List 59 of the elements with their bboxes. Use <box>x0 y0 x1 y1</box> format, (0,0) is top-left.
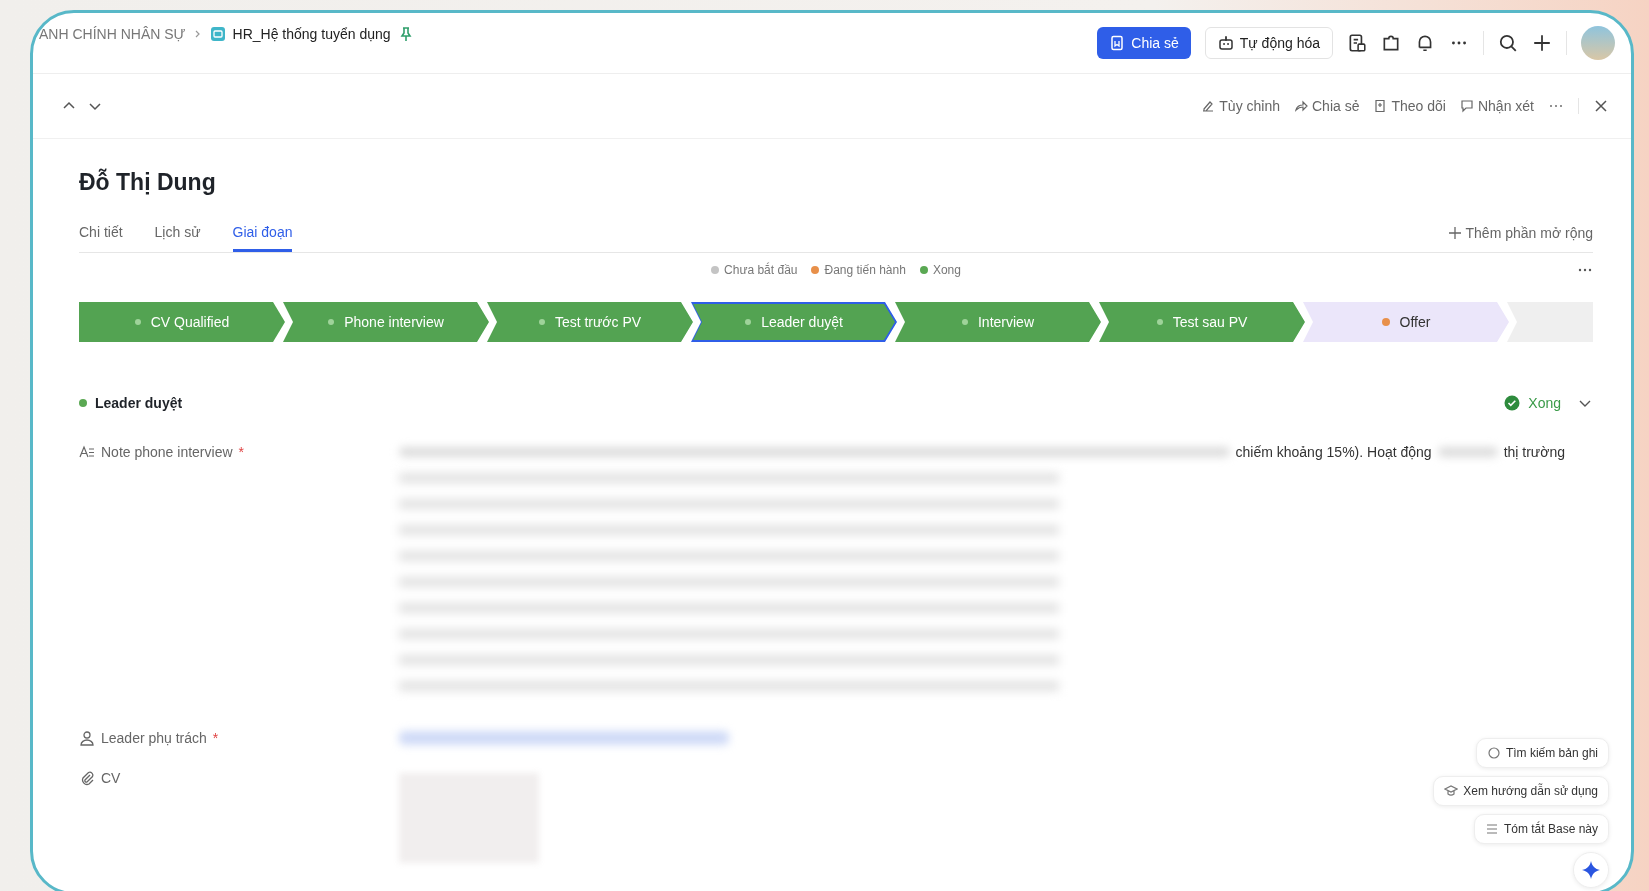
ai-assistant-button[interactable] <box>1573 852 1609 888</box>
tab[interactable]: Lịch sử <box>154 224 201 252</box>
record-action-button[interactable]: Theo dõi <box>1373 98 1446 114</box>
legend-label: Xong <box>932 263 961 277</box>
section-title: Leader duyệt <box>95 395 183 411</box>
share-button[interactable]: Chia sẻ <box>1097 27 1191 59</box>
note-text: thị trường <box>1503 444 1565 460</box>
search-icon[interactable] <box>1498 33 1518 53</box>
base-icon <box>209 26 226 42</box>
stage-step[interactable]: Interview <box>895 302 1101 342</box>
automation-button[interactable]: Tự động hóa <box>1204 27 1333 59</box>
suggestion-button[interactable]: Tóm tắt Base này <box>1473 814 1609 844</box>
pencil-icon <box>1201 99 1216 113</box>
add-extension-button[interactable]: Thêm phần mở rộng <box>1447 225 1593 252</box>
check-circle-icon <box>1504 395 1521 411</box>
form-icon[interactable] <box>1347 33 1367 53</box>
base-title[interactable]: HR_Hệ thống tuyển dụng <box>232 26 391 42</box>
share-arrow-icon <box>1294 99 1308 113</box>
plus-icon <box>1447 226 1462 240</box>
close-icon[interactable] <box>1593 98 1609 114</box>
required-mark: * <box>212 730 219 746</box>
plus-icon[interactable] <box>1532 33 1552 53</box>
list-icon <box>1484 822 1499 836</box>
status-dot <box>79 399 87 407</box>
search-icon <box>1486 746 1501 760</box>
section-status[interactable]: Xong <box>1528 395 1561 411</box>
stage-step[interactable]: Offer <box>1303 302 1509 342</box>
field-label: CV <box>101 770 121 786</box>
stage-step[interactable]: Leader duyệt <box>691 302 897 342</box>
robot-icon <box>1217 35 1234 51</box>
record-action-button[interactable]: Tùy chỉnh <box>1201 98 1280 114</box>
record-action-button[interactable]: Nhận xét <box>1459 98 1534 114</box>
sparkle-icon <box>1581 860 1601 880</box>
stage-step[interactable]: Phone interview <box>283 302 489 342</box>
stage-step[interactable]: Test trước PV <box>487 302 693 342</box>
tab[interactable]: Chi tiết <box>79 224 123 252</box>
text-field-icon <box>79 444 95 460</box>
record-action-button[interactable]: Chia sẻ <box>1294 98 1360 114</box>
tab[interactable]: Giai đoạn <box>232 224 293 252</box>
field-label: Note phone interview <box>101 444 233 460</box>
paperclip-icon <box>79 770 95 786</box>
bookmark-icon <box>1373 99 1388 113</box>
puzzle-icon[interactable] <box>1381 33 1401 53</box>
required-mark: * <box>238 444 244 460</box>
person-icon <box>79 730 95 746</box>
graduation-cap-icon <box>1444 784 1459 798</box>
record-title: Đỗ Thị Dung <box>79 169 217 196</box>
stage-step[interactable]: Test sau PV <box>1099 302 1305 342</box>
note-text: chiếm khoảng 15%). Hoạt động <box>1235 444 1432 460</box>
field-label: Leader phụ trách <box>101 730 207 746</box>
legend-label: Đang tiến hành <box>824 263 906 277</box>
suggestion-button[interactable]: Tìm kiếm bản ghi <box>1475 738 1609 768</box>
comment-icon <box>1459 99 1474 113</box>
document-icon <box>1109 35 1126 51</box>
blurred-text <box>1437 447 1498 457</box>
legend-label: Chưa bắt đầu <box>724 263 798 277</box>
stage-step[interactable]: CV Qualified <box>79 302 285 342</box>
suggestion-button[interactable]: Xem hướng dẫn sử dụng <box>1433 776 1609 806</box>
breadcrumb-link[interactable]: ANH CHÍNH NHÂN SỰ <box>39 26 186 42</box>
